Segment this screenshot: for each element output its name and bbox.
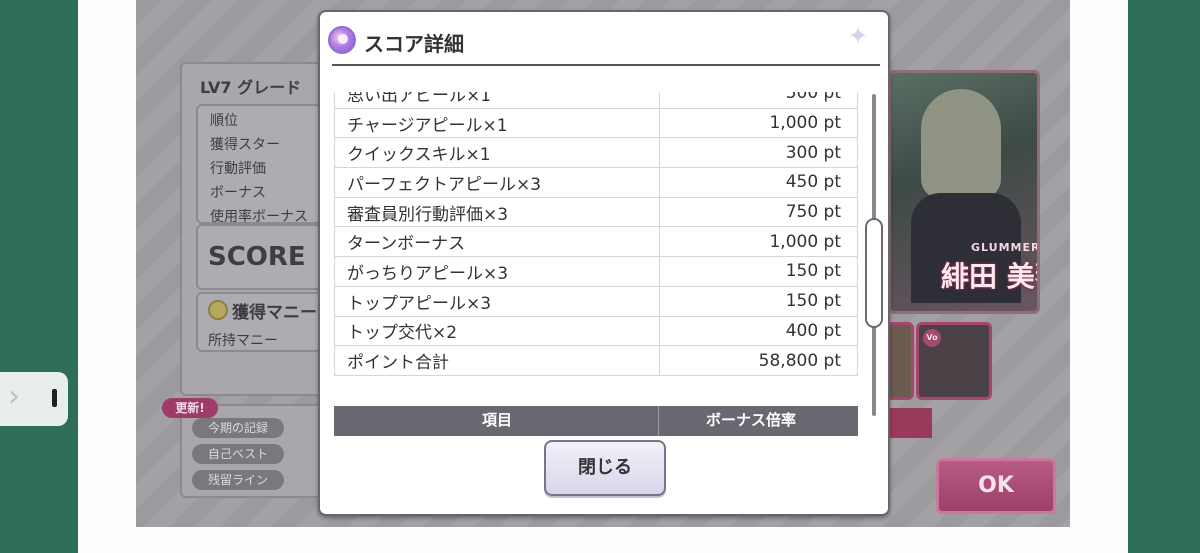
row-item-points: 1,000 pt: [658, 226, 858, 258]
row-item-name: ターンボーナス: [334, 226, 660, 258]
records-term-button[interactable]: 今期の記録: [192, 418, 284, 438]
scrollbar-thumb[interactable]: [865, 218, 883, 328]
header-divider: [658, 406, 659, 436]
money-owned-label: 所持マニー: [208, 333, 278, 349]
coin-icon: [208, 300, 228, 320]
stat-usage-bonus-label: 使用率ボーナス: [210, 209, 308, 225]
grade-title: LV7 グレード: [200, 78, 302, 97]
table-row: パーフェクトアピール×3 450 pt: [334, 167, 858, 198]
score-box: SCORE: [196, 224, 336, 290]
table-row: ターンボーナス 1,000 pt: [334, 226, 858, 258]
row-item-name: トップアピール×3: [334, 285, 660, 317]
table-row: トップ交代×2 400 pt: [334, 315, 858, 347]
stat-stars-label: 獲得スター: [210, 137, 280, 153]
row-item-points: 450 pt: [658, 167, 858, 198]
stat-action-label: 行動評価: [210, 161, 266, 177]
row-item-name: 思い出アピール×1: [334, 92, 660, 109]
dialog-title: スコア詳細: [364, 32, 464, 56]
row-item-points: 150 pt: [658, 285, 858, 317]
money-title: 獲得マニー: [232, 303, 317, 323]
score-label: SCORE: [208, 242, 306, 272]
table-row: 審査員別行動評価×3 750 pt: [334, 196, 858, 228]
handle-bar-icon: [52, 389, 57, 407]
title-divider: [332, 64, 880, 66]
row-item-points: 750 pt: [658, 196, 858, 228]
score-table-viewport[interactable]: 思い出アピール×1 500 pt チャージアピール×1 1,000 pt クイックスキル…: [334, 92, 858, 418]
row-item-name: 審査員別行動評価×3: [334, 196, 660, 228]
score-detail-dialog: スコア詳細 ✦ 思い出アピール×1 500 pt チャージアピール×1 1,000 p…: [318, 10, 890, 516]
row-item-name: がっちりアピール×3: [334, 256, 660, 287]
idol-card: GLUMMER 緋田 美琴: [888, 70, 1040, 314]
row-item-points: 58,800 pt: [658, 345, 858, 376]
table-row: 思い出アピール×1 500 pt: [334, 92, 858, 109]
card-portrait: [921, 89, 1001, 199]
row-item-points: 500 pt: [658, 92, 858, 109]
stats-box: 順位 獲得スター 行動評価 ボーナス 使用率ボーナス: [196, 104, 336, 225]
sparkle-icon: ✦: [848, 22, 869, 50]
row-item-points: 400 pt: [658, 315, 858, 347]
letterbox-left: [78, 0, 136, 553]
side-tab-handle[interactable]: ›: [0, 372, 68, 426]
records-panel: 今期の記録 自己ベスト 残留ライン: [180, 404, 330, 498]
result-panel: LV7 グレード 順位 獲得スター 行動評価 ボーナス 使用率ボーナス SCOR…: [180, 62, 336, 396]
row-item-points: 300 pt: [658, 137, 858, 169]
close-button[interactable]: 閉じる: [544, 440, 666, 496]
table-row: トップアピール×3 150 pt: [334, 285, 858, 317]
stat-bonus-label: ボーナス: [210, 185, 266, 201]
row-item-name: チャージアピール×1: [334, 107, 660, 139]
card-unit-label: GLUMMER: [971, 241, 1040, 254]
card-name: 緋田 美琴: [941, 260, 1037, 293]
ribbon-tag: [888, 408, 932, 438]
row-item-name: クイックスキル×1: [334, 137, 660, 169]
table-row: がっちりアピール×3 150 pt: [334, 256, 858, 287]
vo-badge: Vo: [923, 329, 941, 347]
updated-badge: 更新!: [162, 398, 218, 418]
row-item-points: 150 pt: [658, 256, 858, 287]
chevron-right-icon: ›: [8, 379, 20, 414]
score-table: 思い出アピール×1 500 pt チャージアピール×1 1,000 pt クイックスキル…: [334, 92, 858, 376]
row-item-name: ポイント合計: [334, 345, 660, 376]
letterbox-bottom: [78, 527, 1128, 553]
row-item-name: パーフェクトアピール×3: [334, 167, 660, 198]
table-row: クイックスキル×1 300 pt: [334, 137, 858, 169]
letterbox-right: [1070, 0, 1128, 553]
header-item: 項目: [482, 411, 513, 429]
row-item-name: トップ交代×2: [334, 315, 660, 347]
dialog-badge-icon: [328, 26, 356, 54]
bonus-table-header: 項目 ボーナス倍率: [334, 406, 858, 436]
records-best-button[interactable]: 自己ベスト: [192, 444, 284, 464]
header-bonus-rate: ボーナス倍率: [706, 411, 797, 429]
support-thumb-2: Vo: [916, 322, 992, 400]
ok-button[interactable]: OK: [936, 458, 1056, 514]
records-line-button[interactable]: 残留ライン: [192, 470, 284, 490]
table-row: チャージアピール×1 1,000 pt: [334, 107, 858, 139]
row-item-points: 1,000 pt: [658, 107, 858, 139]
money-box: 獲得マニー 所持マニー: [196, 292, 336, 352]
stat-rank-label: 順位: [210, 113, 238, 129]
table-row: ポイント合計 58,800 pt: [334, 345, 858, 376]
